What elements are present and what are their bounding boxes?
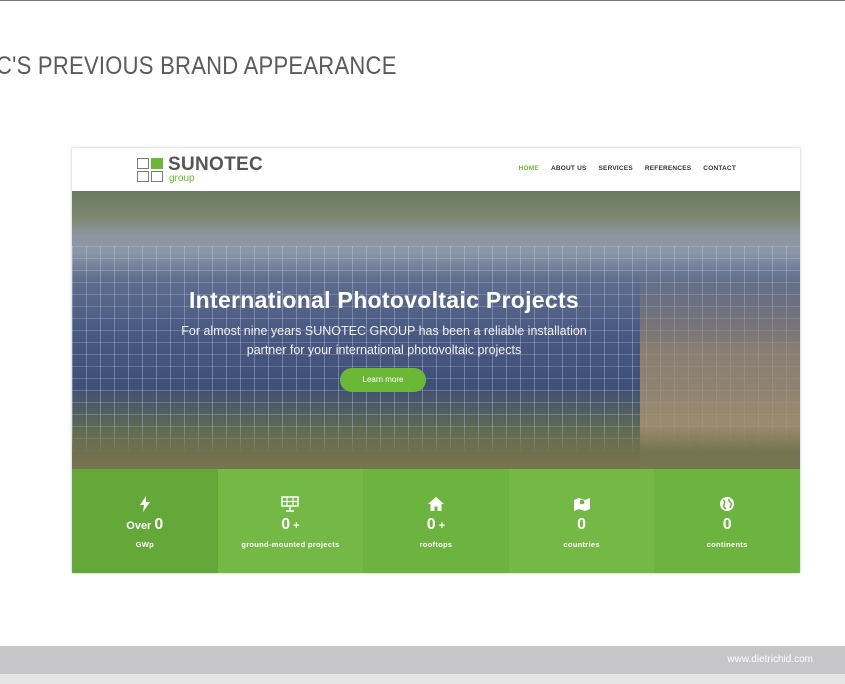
- top-divider: [0, 0, 845, 1]
- stat-ground-mounted-value: 0 +: [281, 516, 300, 533]
- stat-gwp-value: Over 0: [126, 516, 164, 533]
- main-menu: HOME ABOUT US SERVICES REFERENCES CONTAC…: [519, 165, 736, 172]
- house-icon: [363, 496, 509, 512]
- stat-rooftops-label: rooftops: [419, 540, 453, 549]
- stat-countries-value: 0: [577, 516, 587, 533]
- globe-icon: [654, 496, 800, 512]
- nav-services[interactable]: SERVICES: [599, 165, 633, 172]
- stat-continents-value: 0: [722, 516, 732, 533]
- stat-continents: 0 continents: [654, 469, 800, 573]
- stat-ground-mounted-label: ground-mounted projects: [241, 540, 340, 549]
- stat-rooftops: 0 + rooftops: [363, 469, 509, 573]
- nav-references[interactable]: REFERENCES: [645, 165, 691, 172]
- site-navbar: SUNOTEC group HOME ABOUT US SERVICES REF…: [72, 148, 800, 191]
- solar-panel-icon: [218, 496, 364, 512]
- learn-more-button[interactable]: Learn more: [340, 368, 426, 392]
- nav-about-us[interactable]: ABOUT US: [551, 165, 587, 172]
- slide-footer: www.dietrichid.com: [0, 646, 845, 674]
- stat-continents-label: continents: [706, 540, 748, 549]
- stat-rooftops-value: 0 +: [426, 516, 446, 533]
- nav-contact[interactable]: CONTACT: [703, 165, 736, 172]
- hero-banner: International Photovoltaic Projects For …: [72, 191, 800, 469]
- footer-url[interactable]: www.dietrichid.com: [727, 654, 813, 665]
- nav-home[interactable]: HOME: [519, 165, 539, 172]
- logo-squares-icon: [137, 156, 167, 184]
- stat-countries-label: countries: [563, 540, 600, 549]
- map-icon: [509, 496, 655, 512]
- hero-title: International Photovoltaic Projects: [188, 287, 580, 313]
- stat-countries: 0 countries: [508, 469, 655, 573]
- stat-gwp-label: GWp: [135, 540, 154, 549]
- stats-bar: Over 0 GWp 0 + ground-mounted projects 0…: [72, 469, 800, 573]
- logo-sub: group: [169, 173, 195, 184]
- lightning-icon: [72, 496, 218, 512]
- stat-ground-mounted: 0 + ground-mounted projects: [217, 469, 364, 573]
- hero-subtitle: For almost nine years SUNOTEC GROUP has …: [181, 324, 587, 357]
- stat-gwp: Over 0 GWp: [72, 469, 218, 573]
- slide-title: C'S PREVIOUS BRAND APPEARANCE: [0, 52, 397, 80]
- website-screenshot: SUNOTEC group HOME ABOUT US SERVICES REF…: [72, 148, 800, 573]
